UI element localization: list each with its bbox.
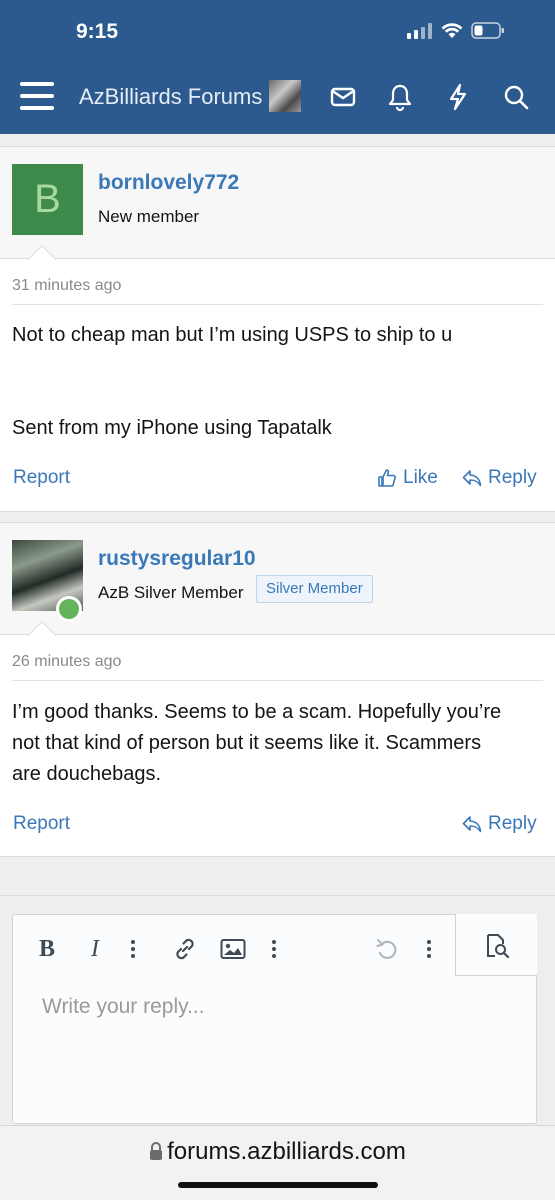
- user-arrow: [27, 244, 57, 274]
- more-insert-icon[interactable]: [268, 933, 280, 965]
- wifi-icon: [441, 22, 463, 38]
- bell-icon[interactable]: [385, 82, 415, 112]
- menu-icon[interactable]: [20, 82, 54, 110]
- more-toolbar-icon[interactable]: [423, 933, 435, 965]
- username[interactable]: rustysregular10: [98, 547, 256, 571]
- status-time: 9:15: [76, 20, 119, 43]
- thumbs-up-icon: [378, 469, 396, 487]
- preview-icon: [487, 934, 510, 959]
- battery-icon: [471, 22, 504, 39]
- user-avatar[interactable]: [269, 80, 301, 112]
- image-icon[interactable]: [219, 933, 247, 965]
- avatar[interactable]: B: [12, 164, 83, 235]
- user-arrow: [27, 620, 57, 650]
- report-label: Report: [13, 467, 71, 488]
- reply-arrow-icon: [462, 470, 482, 487]
- report-label: Report: [13, 813, 71, 834]
- reply-arrow-icon: [462, 816, 482, 833]
- nav-bar: AzBilliards Forums: [0, 74, 555, 120]
- search-icon[interactable]: [501, 82, 531, 112]
- bold-icon[interactable]: B: [35, 933, 59, 965]
- divider: [12, 304, 543, 305]
- more-options-icon[interactable]: [127, 933, 139, 965]
- username[interactable]: bornlovely772: [98, 171, 239, 195]
- reply-input[interactable]: Write your reply...: [42, 995, 205, 1019]
- mail-icon[interactable]: [328, 82, 358, 112]
- post-user-info: B bornlovely772 New member: [0, 147, 555, 274]
- post-user-info: rustysregular10 AzB Silver Member Silver…: [0, 523, 555, 650]
- reply-editor-section: B I Write your reply...: [0, 895, 555, 1125]
- online-status-icon: [56, 596, 82, 622]
- post-signature: Sent from my iPhone using Tapatalk: [12, 417, 332, 439]
- reply-editor: B I Write your reply...: [12, 914, 537, 1124]
- user-title: AzB Silver Member: [98, 583, 244, 602]
- reply-button[interactable]: Reply: [462, 467, 537, 489]
- user-badge: Silver Member: [256, 575, 373, 603]
- reply-label: Reply: [488, 467, 537, 488]
- preview-toggle[interactable]: [455, 914, 537, 976]
- status-icons: [407, 22, 505, 39]
- report-link[interactable]: Report: [13, 813, 70, 835]
- reply-label: Reply: [488, 813, 537, 834]
- browser-url-bar[interactable]: forums.azbilliards.com: [0, 1125, 555, 1200]
- post-body-line: Not to cheap man but I’m using USPS to s…: [12, 324, 453, 346]
- italic-icon[interactable]: I: [83, 933, 107, 965]
- link-icon[interactable]: [171, 933, 199, 965]
- undo-icon[interactable]: [373, 933, 401, 965]
- cellular-signal-icon: [407, 22, 432, 39]
- home-indicator[interactable]: [178, 1182, 378, 1188]
- user-title: New member: [98, 207, 200, 226]
- post-rustysregular10: rustysregular10 AzB Silver Member Silver…: [0, 522, 555, 857]
- post-bornlovely772: B bornlovely772 New member 31 minutes ag…: [0, 146, 555, 512]
- post-date[interactable]: 31 minutes ago: [12, 277, 121, 295]
- report-link[interactable]: Report: [13, 467, 70, 489]
- lock-icon: [150, 1142, 163, 1160]
- url-display[interactable]: forums.azbilliards.com: [0, 1138, 555, 1166]
- like-label: Like: [403, 467, 438, 488]
- url-text: forums.azbilliards.com: [167, 1138, 406, 1165]
- lightning-icon[interactable]: [443, 82, 473, 112]
- post-date[interactable]: 26 minutes ago: [12, 653, 121, 671]
- reply-button[interactable]: Reply: [462, 813, 537, 835]
- like-button[interactable]: Like: [377, 467, 438, 489]
- divider: [12, 680, 543, 681]
- app-header: 9:15 AzBilliards Forums: [0, 0, 555, 134]
- post-body: I’m good thanks. Seems to be a scam. Hop…: [12, 701, 502, 785]
- forum-title[interactable]: AzBilliards Forums: [79, 84, 262, 110]
